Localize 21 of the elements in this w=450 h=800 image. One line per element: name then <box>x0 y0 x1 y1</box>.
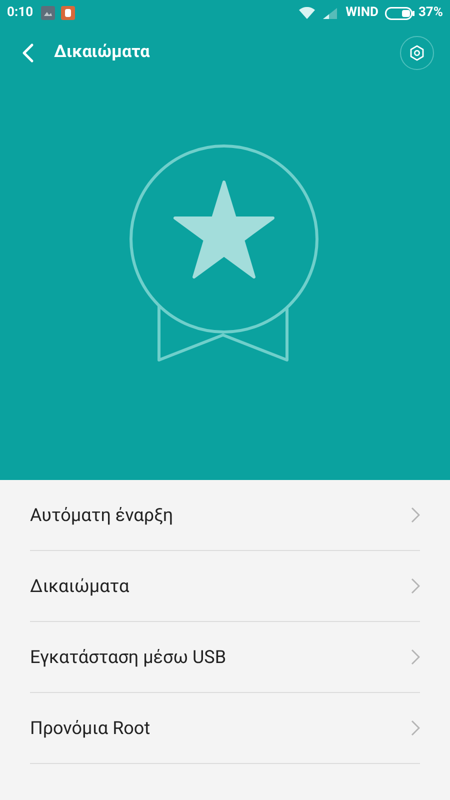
settings-row[interactable]: Εγκατάσταση μέσω USB <box>30 622 420 693</box>
chevron-icon <box>411 578 420 594</box>
settings-row[interactable]: Αυτόματη έναρξη <box>30 480 420 551</box>
chevron-icon <box>411 507 420 523</box>
chevron-icon <box>411 720 420 736</box>
back-icon <box>22 43 34 63</box>
battery-percent: 37% <box>418 4 443 22</box>
wifi-icon <box>298 7 315 19</box>
status-time: 0:10 <box>7 4 34 22</box>
carrier-label: WIND <box>346 4 378 22</box>
settings-row[interactable]: Προνόμια Root <box>30 693 420 764</box>
page-title: Δικαιώματα <box>54 41 150 64</box>
settings-button[interactable] <box>400 36 434 70</box>
gallery-notification-icon <box>41 6 56 20</box>
settings-icon <box>409 45 425 61</box>
settings-row[interactable]: Δικαιώματα <box>30 551 420 622</box>
chevron-icon <box>411 649 420 665</box>
signal-icon <box>322 8 337 18</box>
battery-icon <box>385 6 416 20</box>
app-notification-icon <box>61 6 76 20</box>
medal-star-icon <box>129 144 321 362</box>
